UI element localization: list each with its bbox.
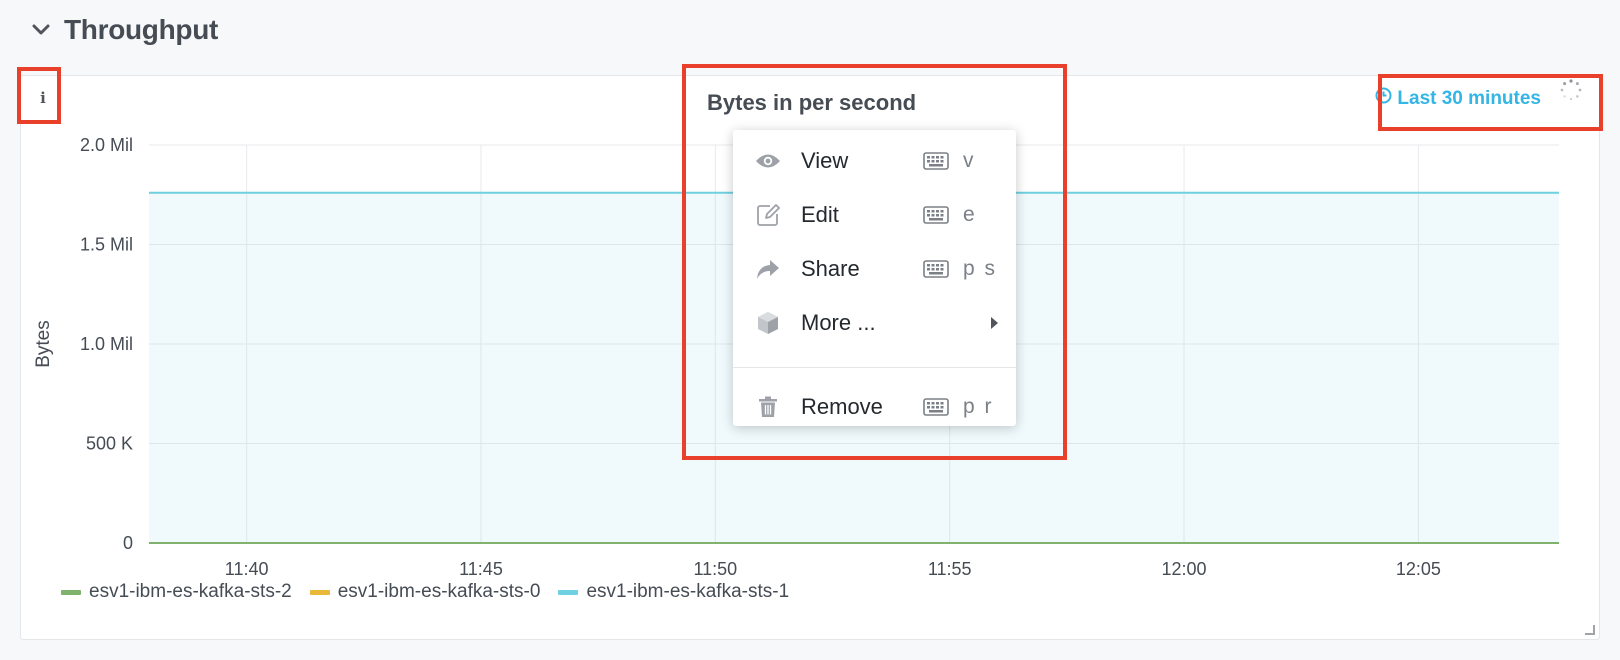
menu-item-remove[interactable]: Remove p r bbox=[733, 380, 1016, 434]
y-tick-label: 1.0 Mil bbox=[80, 334, 133, 354]
menu-item-shortcut: p s bbox=[963, 257, 998, 280]
legend-swatch bbox=[61, 589, 81, 595]
keyboard-icon bbox=[923, 260, 949, 278]
menu-item-shortcut: p r bbox=[963, 395, 994, 418]
menu-item-more[interactable]: More ... bbox=[733, 296, 1016, 350]
row-title: Throughput bbox=[64, 14, 219, 45]
legend-label: esv1-ibm-es-kafka-sts-2 bbox=[89, 581, 292, 602]
share-icon bbox=[755, 256, 781, 282]
menu-item-edit[interactable]: Edit e bbox=[733, 188, 1016, 242]
menu-item-label: More ... bbox=[801, 310, 876, 335]
x-tick-label: 12:00 bbox=[1162, 559, 1207, 579]
legend-item-sts-1[interactable]: esv1-ibm-es-kafka-sts-1 bbox=[558, 581, 789, 603]
y-axis-label: Bytes bbox=[33, 320, 54, 368]
eye-icon bbox=[755, 148, 781, 174]
legend-label: esv1-ibm-es-kafka-sts-0 bbox=[337, 581, 541, 602]
x-tick-label: 11:45 bbox=[459, 559, 503, 579]
y-tick-label: 1.5 Mil bbox=[80, 235, 133, 255]
info-icon[interactable]: i bbox=[33, 84, 53, 112]
legend-swatch bbox=[309, 589, 330, 595]
y-tick-label: 0 bbox=[123, 533, 133, 553]
caret-right-icon bbox=[991, 317, 998, 329]
legend-swatch bbox=[558, 589, 579, 595]
trash-icon bbox=[755, 394, 781, 420]
menu-item-share[interactable]: Share p s bbox=[733, 242, 1016, 296]
legend-item-sts-2[interactable]: esv1-ibm-es-kafka-sts-2 bbox=[61, 581, 292, 603]
x-tick-label: 12:05 bbox=[1396, 559, 1441, 579]
x-tick-label: 11:50 bbox=[693, 559, 737, 579]
legend-label: esv1-ibm-es-kafka-sts-1 bbox=[586, 581, 790, 602]
legend-item-sts-0[interactable]: esv1-ibm-es-kafka-sts-0 bbox=[309, 581, 541, 603]
keyboard-icon bbox=[923, 398, 949, 416]
edit-icon bbox=[755, 202, 781, 228]
panel-title[interactable]: Bytes in per second bbox=[707, 90, 916, 116]
y-tick-label: 500 K bbox=[86, 434, 133, 454]
x-tick-label: 11:55 bbox=[928, 559, 972, 579]
clock-icon bbox=[1375, 87, 1392, 110]
resize-handle[interactable] bbox=[1585, 625, 1595, 635]
menu-item-label: Remove bbox=[801, 394, 883, 419]
time-info: Last 30 minutes bbox=[1375, 87, 1541, 110]
panel-context-menu: View v Edit e Share p s More ... Remove … bbox=[733, 130, 1016, 426]
menu-item-shortcut: v bbox=[963, 149, 976, 172]
x-tick-label: 11:40 bbox=[225, 559, 269, 579]
menu-item-shortcut: e bbox=[963, 203, 977, 226]
keyboard-icon bbox=[923, 206, 949, 224]
row-header[interactable]: Throughput bbox=[30, 10, 218, 50]
menu-divider bbox=[733, 367, 1016, 368]
menu-item-label: Edit bbox=[801, 202, 839, 227]
cube-icon bbox=[755, 310, 781, 336]
chevron-down-icon[interactable] bbox=[30, 19, 52, 41]
keyboard-icon bbox=[923, 152, 949, 170]
time-info-label: Last 30 minutes bbox=[1397, 87, 1541, 109]
menu-item-label: View bbox=[801, 148, 849, 173]
menu-item-label: Share bbox=[801, 256, 860, 281]
y-tick-label: 2.0 Mil bbox=[80, 135, 133, 155]
chart-legend: esv1-ibm-es-kafka-sts-2 esv1-ibm-es-kafk… bbox=[61, 581, 789, 603]
loading-spinner-icon bbox=[1559, 78, 1583, 102]
menu-item-view[interactable]: View v bbox=[733, 134, 1016, 188]
